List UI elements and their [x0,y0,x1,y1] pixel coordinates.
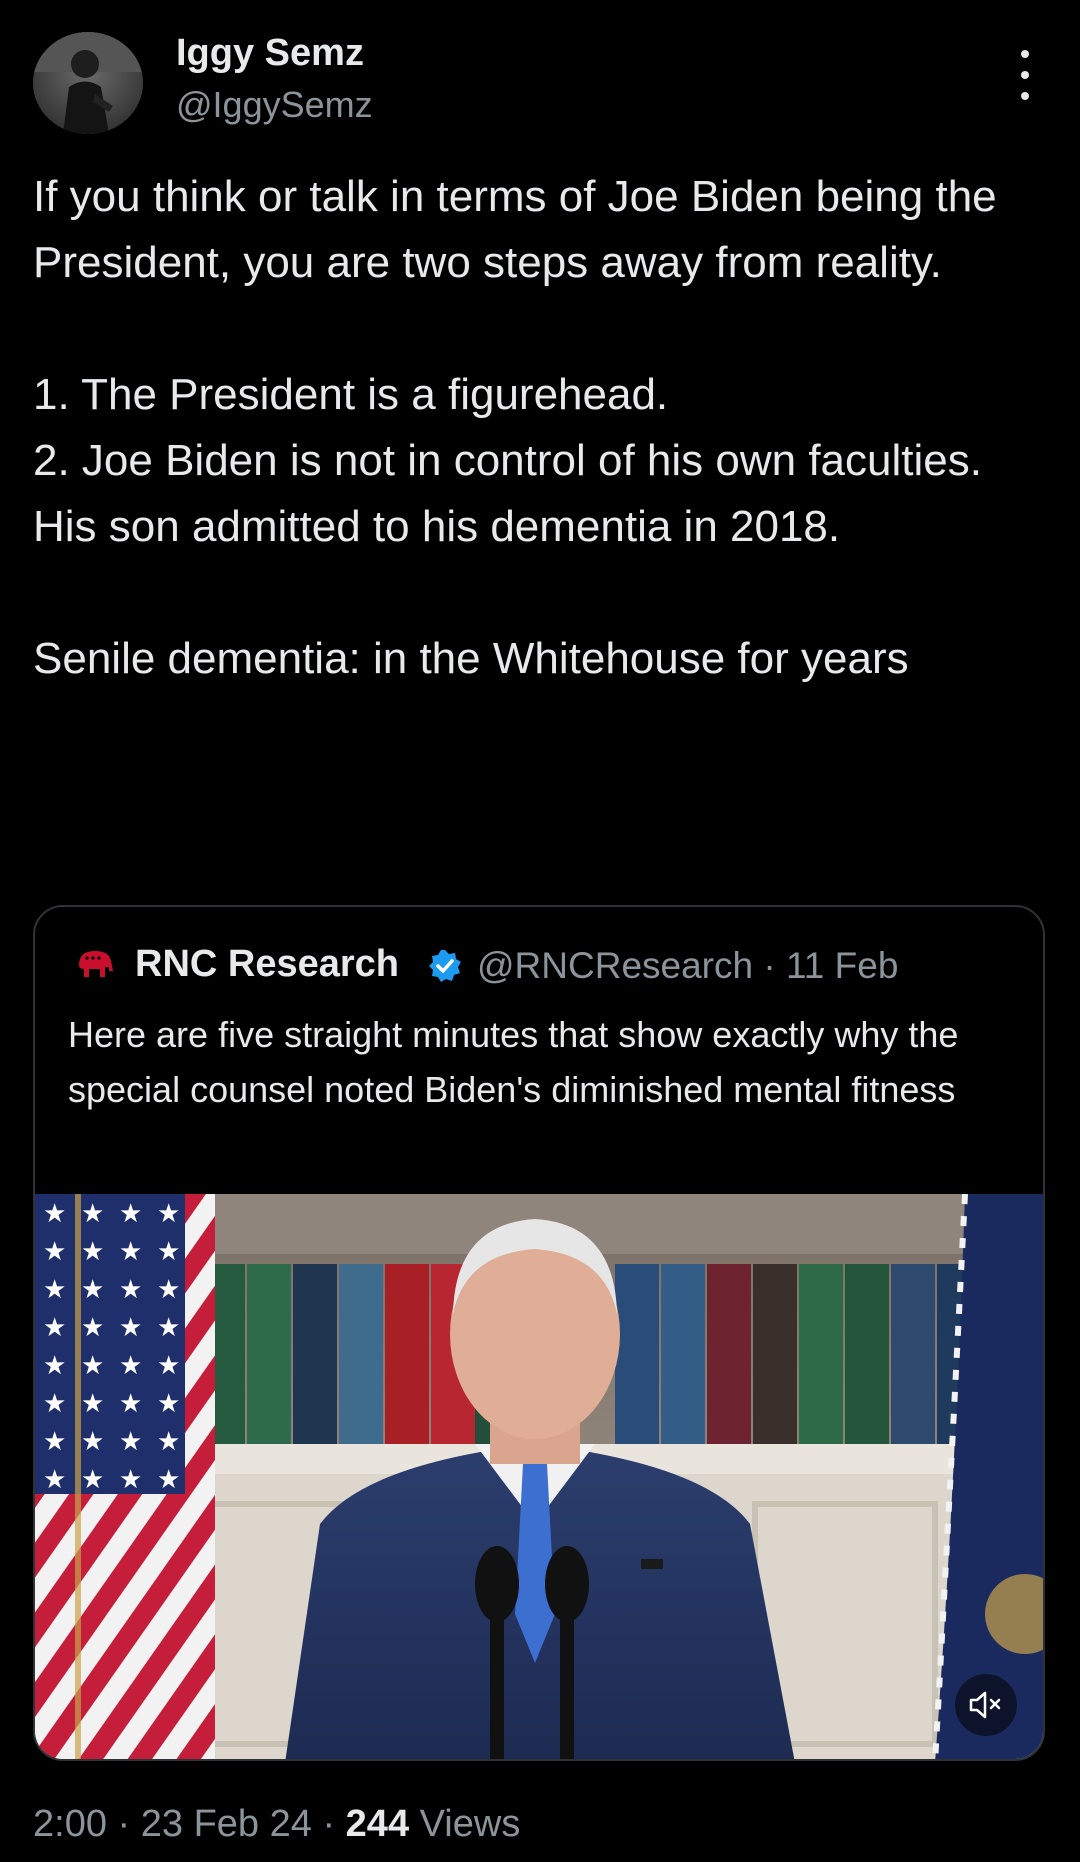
mute-toggle-button[interactable] [955,1674,1017,1736]
speaker-muted-icon [969,1691,1001,1719]
author-handle[interactable]: @IggySemz [176,84,373,126]
tweet-date[interactable]: 23 Feb 24 [141,1803,312,1845]
tweet-text: If you think or talk in terms of Joe Bid… [33,172,997,683]
verified-badge-icon [429,950,461,982]
quoted-author-name[interactable]: RNC Research [135,943,399,986]
user-avatar-photo [33,32,143,134]
tweet-meta: 2:00 · 23 Feb 24 · 244 Views [33,1803,520,1846]
separator-dot: · [117,1803,131,1845]
more-options-button[interactable] [1010,50,1040,100]
rnc-elephant-icon [79,951,113,977]
avatar[interactable] [33,32,143,134]
tweet: Iggy Semz @IggySemz If you think or talk… [0,0,1080,1862]
quoted-tweet-card[interactable]: RNC Research @RNCResearch · 11 Feb Here … [33,905,1045,1761]
author-display-name[interactable]: Iggy Semz [176,32,364,75]
tweet-time[interactable]: 2:00 [33,1803,107,1845]
video-frame-image: ★ [35,1194,1043,1759]
views-count: 244 [345,1803,410,1845]
quoted-video[interactable]: ★ [35,1194,1043,1759]
separator-dot: · [763,945,776,986]
quoted-tweet-date[interactable]: 11 Feb [786,945,898,986]
more-vertical-icon [1021,50,1029,58]
quoted-author-handle[interactable]: @RNCResearch [477,945,753,986]
quoted-tweet-text: Here are five straight minutes that show… [68,1014,959,1110]
separator-dot: · [322,1803,336,1845]
views-label: Views [419,1803,521,1845]
quoted-handle-and-date: @RNCResearch · 11 Feb [477,945,898,987]
